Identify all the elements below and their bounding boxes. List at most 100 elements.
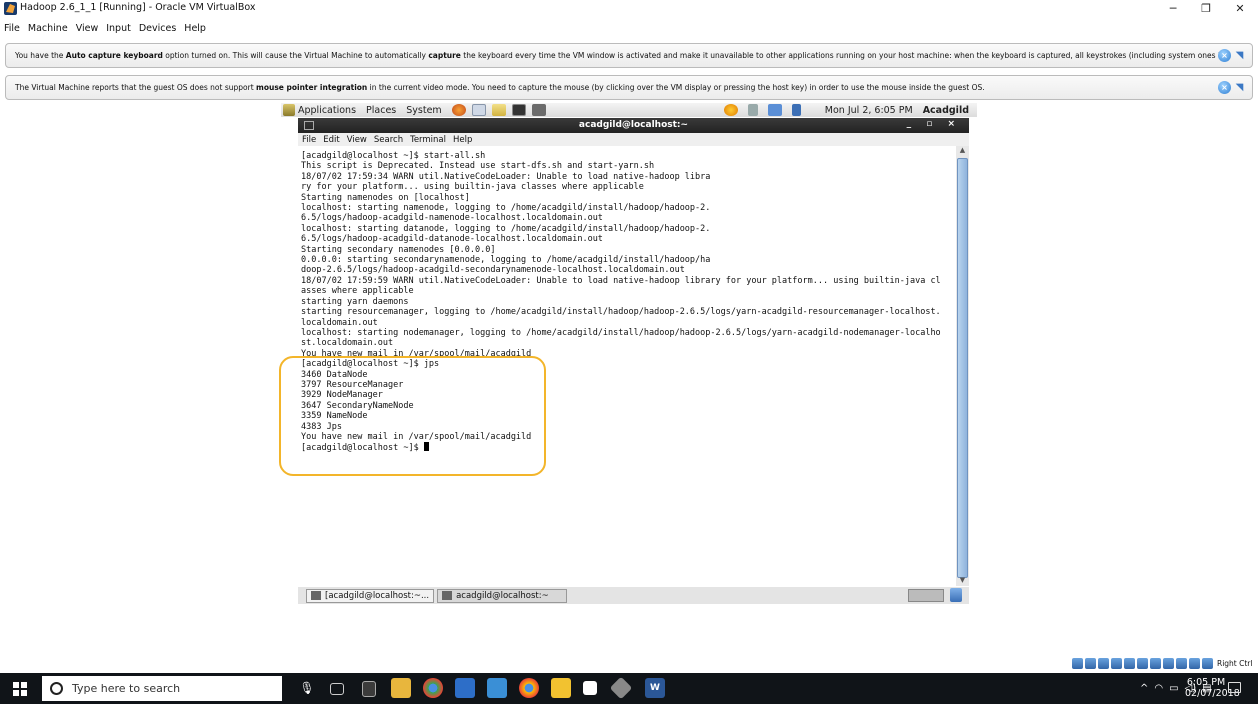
firefox-icon[interactable] (451, 104, 466, 116)
guest-menu-applications[interactable]: Applications (298, 105, 356, 116)
recording-icon[interactable] (1163, 658, 1174, 669)
shared-folders-icon[interactable] (1137, 658, 1148, 669)
window-title: Hadoop 2.6_1_1 [Running] - Oracle VM Vir… (20, 2, 256, 13)
minimize-button[interactable]: ─ (1155, 0, 1191, 17)
store-icon[interactable] (551, 678, 571, 698)
task-view-icon[interactable] (330, 683, 344, 695)
terminal-line: Starting namenodes on [localhost] (301, 192, 470, 203)
close-notification-icon[interactable]: × (1218, 81, 1231, 94)
usb-icon[interactable] (1124, 658, 1135, 669)
notification-text: You have the Auto capture keyboard optio… (15, 51, 1231, 60)
terminal-menu-terminal[interactable]: Terminal (410, 135, 446, 145)
terminal-line: asses where applicable (301, 286, 414, 297)
do-not-show-icon[interactable]: ◥ (1233, 81, 1246, 94)
update-notifier-icon[interactable] (723, 104, 738, 116)
menu-view[interactable]: View (76, 23, 99, 34)
chrome-icon[interactable] (423, 678, 443, 698)
scroll-down-icon[interactable]: ▼ (957, 576, 968, 586)
terminal-line: ry for your platform... using builtin-ja… (301, 182, 644, 193)
guest-clock[interactable]: Mon Jul 2, 6:05 PM (825, 105, 913, 116)
virtualbox-icon (4, 2, 17, 15)
host-menubar: File Machine View Input Devices Help (0, 17, 1258, 39)
screenshot-icon[interactable] (531, 104, 546, 116)
jps-output-highlight (279, 356, 546, 476)
app-icon-white[interactable] (583, 681, 597, 695)
file-explorer-icon[interactable] (391, 678, 411, 698)
maximize-button[interactable]: ❐ (1188, 0, 1224, 17)
host-title-bar: Hadoop 2.6_1_1 [Running] - Oracle VM Vir… (0, 0, 1258, 17)
hard-disk-icon[interactable] (1072, 658, 1083, 669)
clock-time: 6:05 PM (1186, 677, 1226, 688)
terminal-line: starting yarn daemons (301, 296, 409, 307)
keyboard-capture-icon[interactable] (1202, 658, 1213, 669)
guest-task-terminal-2[interactable]: acadgild@localhost:~ (437, 588, 568, 603)
action-center-icon[interactable] (1228, 682, 1241, 693)
terminal-launcher-icon[interactable] (511, 104, 526, 116)
guest-menu-system[interactable]: System (406, 105, 441, 116)
guest-user[interactable]: Acadgild (923, 105, 969, 116)
mouse-integration-icon[interactable] (1189, 658, 1200, 669)
terminal-menu-view[interactable]: View (347, 135, 367, 145)
terminal-icon (442, 591, 453, 600)
guest-menu-places[interactable]: Places (366, 105, 396, 116)
volume-icon[interactable] (747, 104, 758, 116)
terminal-menu-file[interactable]: File (302, 135, 316, 145)
app-icon-blue[interactable] (455, 678, 475, 698)
menu-input[interactable]: Input (106, 23, 131, 34)
cortana-icon (50, 682, 63, 695)
text-editor-icon[interactable] (491, 104, 506, 116)
show-hidden-icons-icon[interactable]: ^ (1140, 683, 1148, 694)
menu-file[interactable]: File (4, 23, 20, 34)
guest-top-panel: Applications Places System Mon Jul 2, 6:… (281, 103, 977, 117)
scroll-up-icon[interactable]: ▲ (957, 146, 968, 156)
indicator-icon[interactable] (791, 104, 801, 116)
clock-date: 02/07/2018 (1185, 688, 1240, 699)
menu-devices[interactable]: Devices (139, 23, 176, 34)
do-not-show-icon[interactable]: ◥ (1233, 49, 1246, 62)
guest-bottom-panel: [acadgild@localhost:~... acadgild@localh… (298, 587, 969, 604)
close-notification-icon[interactable]: × (1218, 49, 1231, 62)
taskbar-clock[interactable]: 6:05 PM 02/07/2018 (1185, 677, 1240, 699)
help-icon[interactable] (471, 104, 486, 116)
terminal-line: starting resourcemanager, logging to /ho… (301, 307, 941, 318)
taskbar-search-box[interactable]: Type here to search (42, 676, 282, 701)
wifi-icon[interactable]: ◠ (1154, 683, 1163, 694)
vbox-status-bar: Right Ctrl (1072, 658, 1252, 669)
terminal-icon (311, 591, 321, 600)
display-icon[interactable] (1150, 658, 1161, 669)
terminal-line: [acadgild@localhost ~]$ start-all.sh (301, 151, 486, 161)
network-icon[interactable] (767, 104, 782, 116)
windows-start-icon[interactable] (13, 682, 27, 696)
app-icon-monitor[interactable] (487, 678, 507, 698)
close-button[interactable]: ✕ (1222, 0, 1258, 17)
menu-help[interactable]: Help (184, 23, 206, 34)
microphone-icon[interactable]: 🎙 (297, 678, 317, 698)
workspace-switcher[interactable] (908, 589, 944, 602)
menu-machine[interactable]: Machine (28, 23, 68, 34)
terminal-line: localhost: starting datanode, logging to… (301, 223, 711, 234)
chrome-canary-icon[interactable] (519, 678, 539, 698)
audio-icon[interactable] (1098, 658, 1109, 669)
terminal-menu-edit[interactable]: Edit (323, 135, 339, 145)
terminal-menu-help[interactable]: Help (453, 135, 472, 145)
terminal-title-bar[interactable]: acadgild@localhost:~ _ ▫ × (298, 118, 969, 133)
guest-task-terminal-1[interactable]: [acadgild@localhost:~... (306, 588, 435, 603)
terminal-menu-search[interactable]: Search (374, 135, 403, 145)
terminal-title: acadgild@localhost:~ (578, 120, 689, 130)
optical-drive-icon[interactable] (1085, 658, 1096, 669)
word-icon[interactable]: W (645, 678, 665, 698)
calculator-icon[interactable] (362, 681, 376, 697)
scrollbar-thumb[interactable] (957, 158, 968, 578)
network-adapter-icon[interactable] (1111, 658, 1122, 669)
cpu-icon[interactable] (1176, 658, 1187, 669)
terminal-menubar: File Edit View Search Terminal Help (298, 133, 969, 146)
virtualbox-taskbar-icon[interactable] (609, 676, 633, 700)
terminal-line: This script is Deprecated. Instead use s… (301, 161, 655, 172)
terminal-window-controls[interactable]: _ ▫ × (907, 119, 961, 129)
battery-icon[interactable]: ▭ (1169, 683, 1178, 694)
terminal-scrollbar[interactable]: ▲ ▼ (956, 146, 969, 586)
terminal-line: 6.5/logs/hadoop-acadgild-datanode-localh… (301, 234, 603, 245)
trash-icon[interactable] (950, 588, 962, 602)
gnome-foot-icon (283, 104, 295, 116)
terminal-line: localhost: starting namenode, logging to… (301, 203, 711, 214)
